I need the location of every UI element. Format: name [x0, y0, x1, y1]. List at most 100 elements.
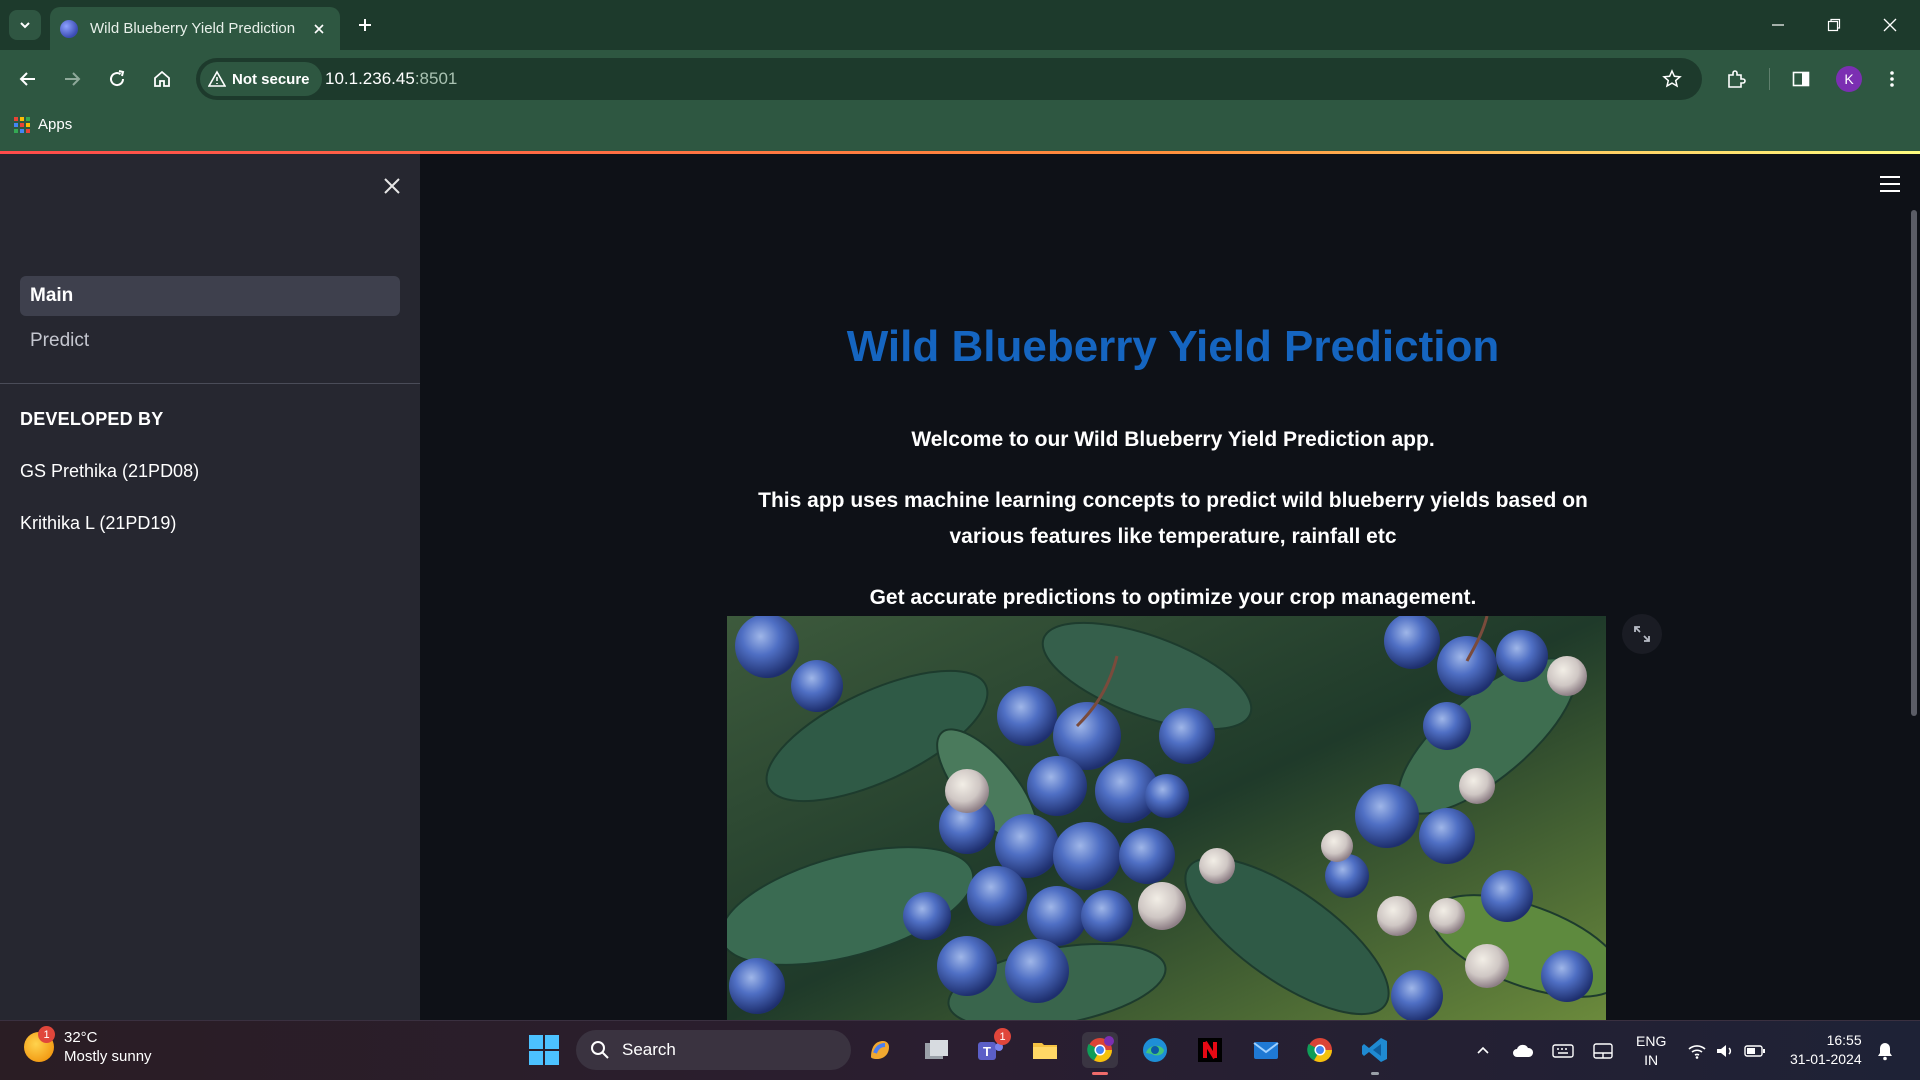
restore-icon	[1827, 18, 1841, 32]
taskbar-search[interactable]: Search	[576, 1030, 851, 1070]
blueberry-hero-image	[727, 616, 1606, 1020]
back-button[interactable]	[12, 63, 44, 95]
vscode-icon[interactable]	[1357, 1032, 1393, 1075]
netflix-icon[interactable]	[1192, 1032, 1228, 1068]
battery-icon[interactable]	[1744, 1040, 1766, 1062]
sidebar-nav-predict[interactable]: Predict	[20, 321, 400, 361]
warning-triangle-icon	[208, 70, 226, 87]
weather-temp: 32°C	[64, 1029, 98, 1046]
chevron-up-icon	[1477, 1046, 1489, 1054]
netflix-logo	[1198, 1038, 1222, 1062]
app-menu-button[interactable]	[1876, 170, 1904, 198]
reload-button[interactable]	[101, 63, 133, 95]
windows-start-icon[interactable]	[529, 1035, 559, 1065]
folder-logo	[1033, 1043, 1057, 1059]
close-icon	[1883, 18, 1897, 32]
show-hidden-icons-button[interactable]	[1472, 1040, 1494, 1062]
url-text[interactable]: 10.1.236.45:8501	[325, 69, 457, 89]
browser-menu-button[interactable]	[1876, 63, 1908, 95]
onedrive-icon[interactable]	[1512, 1040, 1534, 1062]
search-icon	[591, 1041, 609, 1059]
bookmark-apps[interactable]: Apps	[14, 116, 72, 133]
reload-icon	[110, 70, 125, 87]
plus-icon	[359, 19, 371, 31]
teams-badge: 1	[994, 1028, 1011, 1045]
sidebar-nav-main[interactable]: Main	[20, 276, 400, 316]
battery-icon-glyph	[1744, 1045, 1765, 1057]
windows-taskbar	[0, 1020, 1920, 1080]
home-button[interactable]	[146, 63, 178, 95]
chrome-alt-icon[interactable]	[1302, 1032, 1338, 1068]
lang-code: ENG	[1636, 1033, 1667, 1049]
notifications-icon[interactable]	[1874, 1040, 1896, 1062]
tab-search-dropdown[interactable]	[9, 10, 41, 40]
speaker-icon	[1717, 1045, 1732, 1057]
mail-icon[interactable]	[1248, 1032, 1284, 1068]
apps-grid-icon	[14, 116, 30, 133]
side-panel-button[interactable]	[1785, 63, 1817, 95]
bookmarks-bar	[0, 107, 1920, 151]
expand-icon	[1634, 626, 1650, 642]
url-port: :8501	[414, 69, 458, 88]
keyboard-icon[interactable]	[1552, 1040, 1574, 1062]
profile-avatar[interactable]: K	[1836, 66, 1862, 92]
sidebar-divider	[0, 383, 420, 384]
task-view-icon[interactable]	[918, 1032, 954, 1068]
system-clock[interactable]: 16:55 31-01-2024	[1790, 1031, 1862, 1069]
teams-icon[interactable]: T 1	[972, 1028, 1011, 1068]
weather-desc: Mostly sunny	[64, 1048, 152, 1065]
new-tab-button[interactable]	[352, 12, 378, 38]
hamburger-menu-icon	[1880, 176, 1900, 192]
bookmark-apps-label: Apps	[38, 116, 73, 133]
home-icon	[154, 70, 170, 87]
forward-button[interactable]	[56, 63, 88, 95]
file-explorer-icon[interactable]	[1027, 1032, 1063, 1068]
copilot-icon[interactable]	[862, 1032, 898, 1068]
running-app-indicator	[1371, 1072, 1379, 1075]
close-window-button[interactable]	[1862, 0, 1918, 50]
blueberry-favicon-icon	[60, 19, 78, 38]
developed-by-heading: DEVELOPED BY	[20, 409, 164, 429]
chrome-logo	[1087, 1036, 1114, 1063]
tab-close-button[interactable]	[308, 18, 330, 40]
developer-name: Krithika L (21PD19)	[20, 513, 177, 533]
wifi-icon-glyph	[1688, 1045, 1706, 1059]
touchpad-icon[interactable]	[1592, 1040, 1614, 1062]
side-panel-icon	[1792, 71, 1810, 87]
keyboard-icon-glyph	[1552, 1044, 1574, 1058]
active-app-indicator	[1092, 1072, 1108, 1075]
tab-title: Wild Blueberry Yield Prediction	[90, 20, 296, 37]
weather-widget[interactable]: 1 32°C Mostly sunny	[24, 1026, 152, 1066]
task-view-logo	[925, 1040, 948, 1059]
edge-logo	[1143, 1038, 1167, 1062]
edge-icon[interactable]	[1137, 1032, 1173, 1068]
chevron-down-icon	[20, 22, 30, 29]
blueberry-illustration	[727, 616, 1606, 1020]
clock-date: 31-01-2024	[1790, 1051, 1862, 1067]
page-title: Wild Blueberry Yield Prediction	[846, 322, 1500, 371]
minimize-icon	[1772, 24, 1784, 26]
sidebar-close-button[interactable]	[378, 172, 406, 200]
arrow-left-icon	[19, 72, 35, 86]
chrome-taskbar-icon-active[interactable]	[1082, 1032, 1118, 1075]
minimize-button[interactable]	[1750, 0, 1806, 50]
clock-time: 16:55	[1826, 1032, 1862, 1048]
restore-button[interactable]	[1806, 0, 1862, 50]
url-host: 10.1.236.45	[325, 69, 415, 88]
wifi-icon[interactable]	[1686, 1040, 1708, 1062]
vscode-logo	[1362, 1038, 1387, 1062]
extensions-button[interactable]	[1720, 63, 1752, 95]
main-scrollbar[interactable]	[1911, 210, 1917, 716]
bell-icon	[1878, 1043, 1892, 1061]
site-info-chip[interactable]: Not secure	[200, 62, 322, 96]
browser-tab-active[interactable]: Wild Blueberry Yield Prediction	[50, 7, 340, 50]
fullscreen-image-button[interactable]	[1622, 614, 1662, 654]
volume-icon[interactable]	[1714, 1040, 1736, 1062]
input-language[interactable]: ENG IN	[1636, 1032, 1666, 1070]
puzzle-icon	[1728, 70, 1746, 88]
bookmark-star-button[interactable]	[1656, 63, 1688, 95]
tagline-text: Get accurate predictions to optimize you…	[869, 586, 1477, 609]
svg-text:T: T	[983, 1044, 991, 1059]
more-vert-icon	[1890, 71, 1894, 87]
weather-badge: 1	[38, 1026, 55, 1043]
